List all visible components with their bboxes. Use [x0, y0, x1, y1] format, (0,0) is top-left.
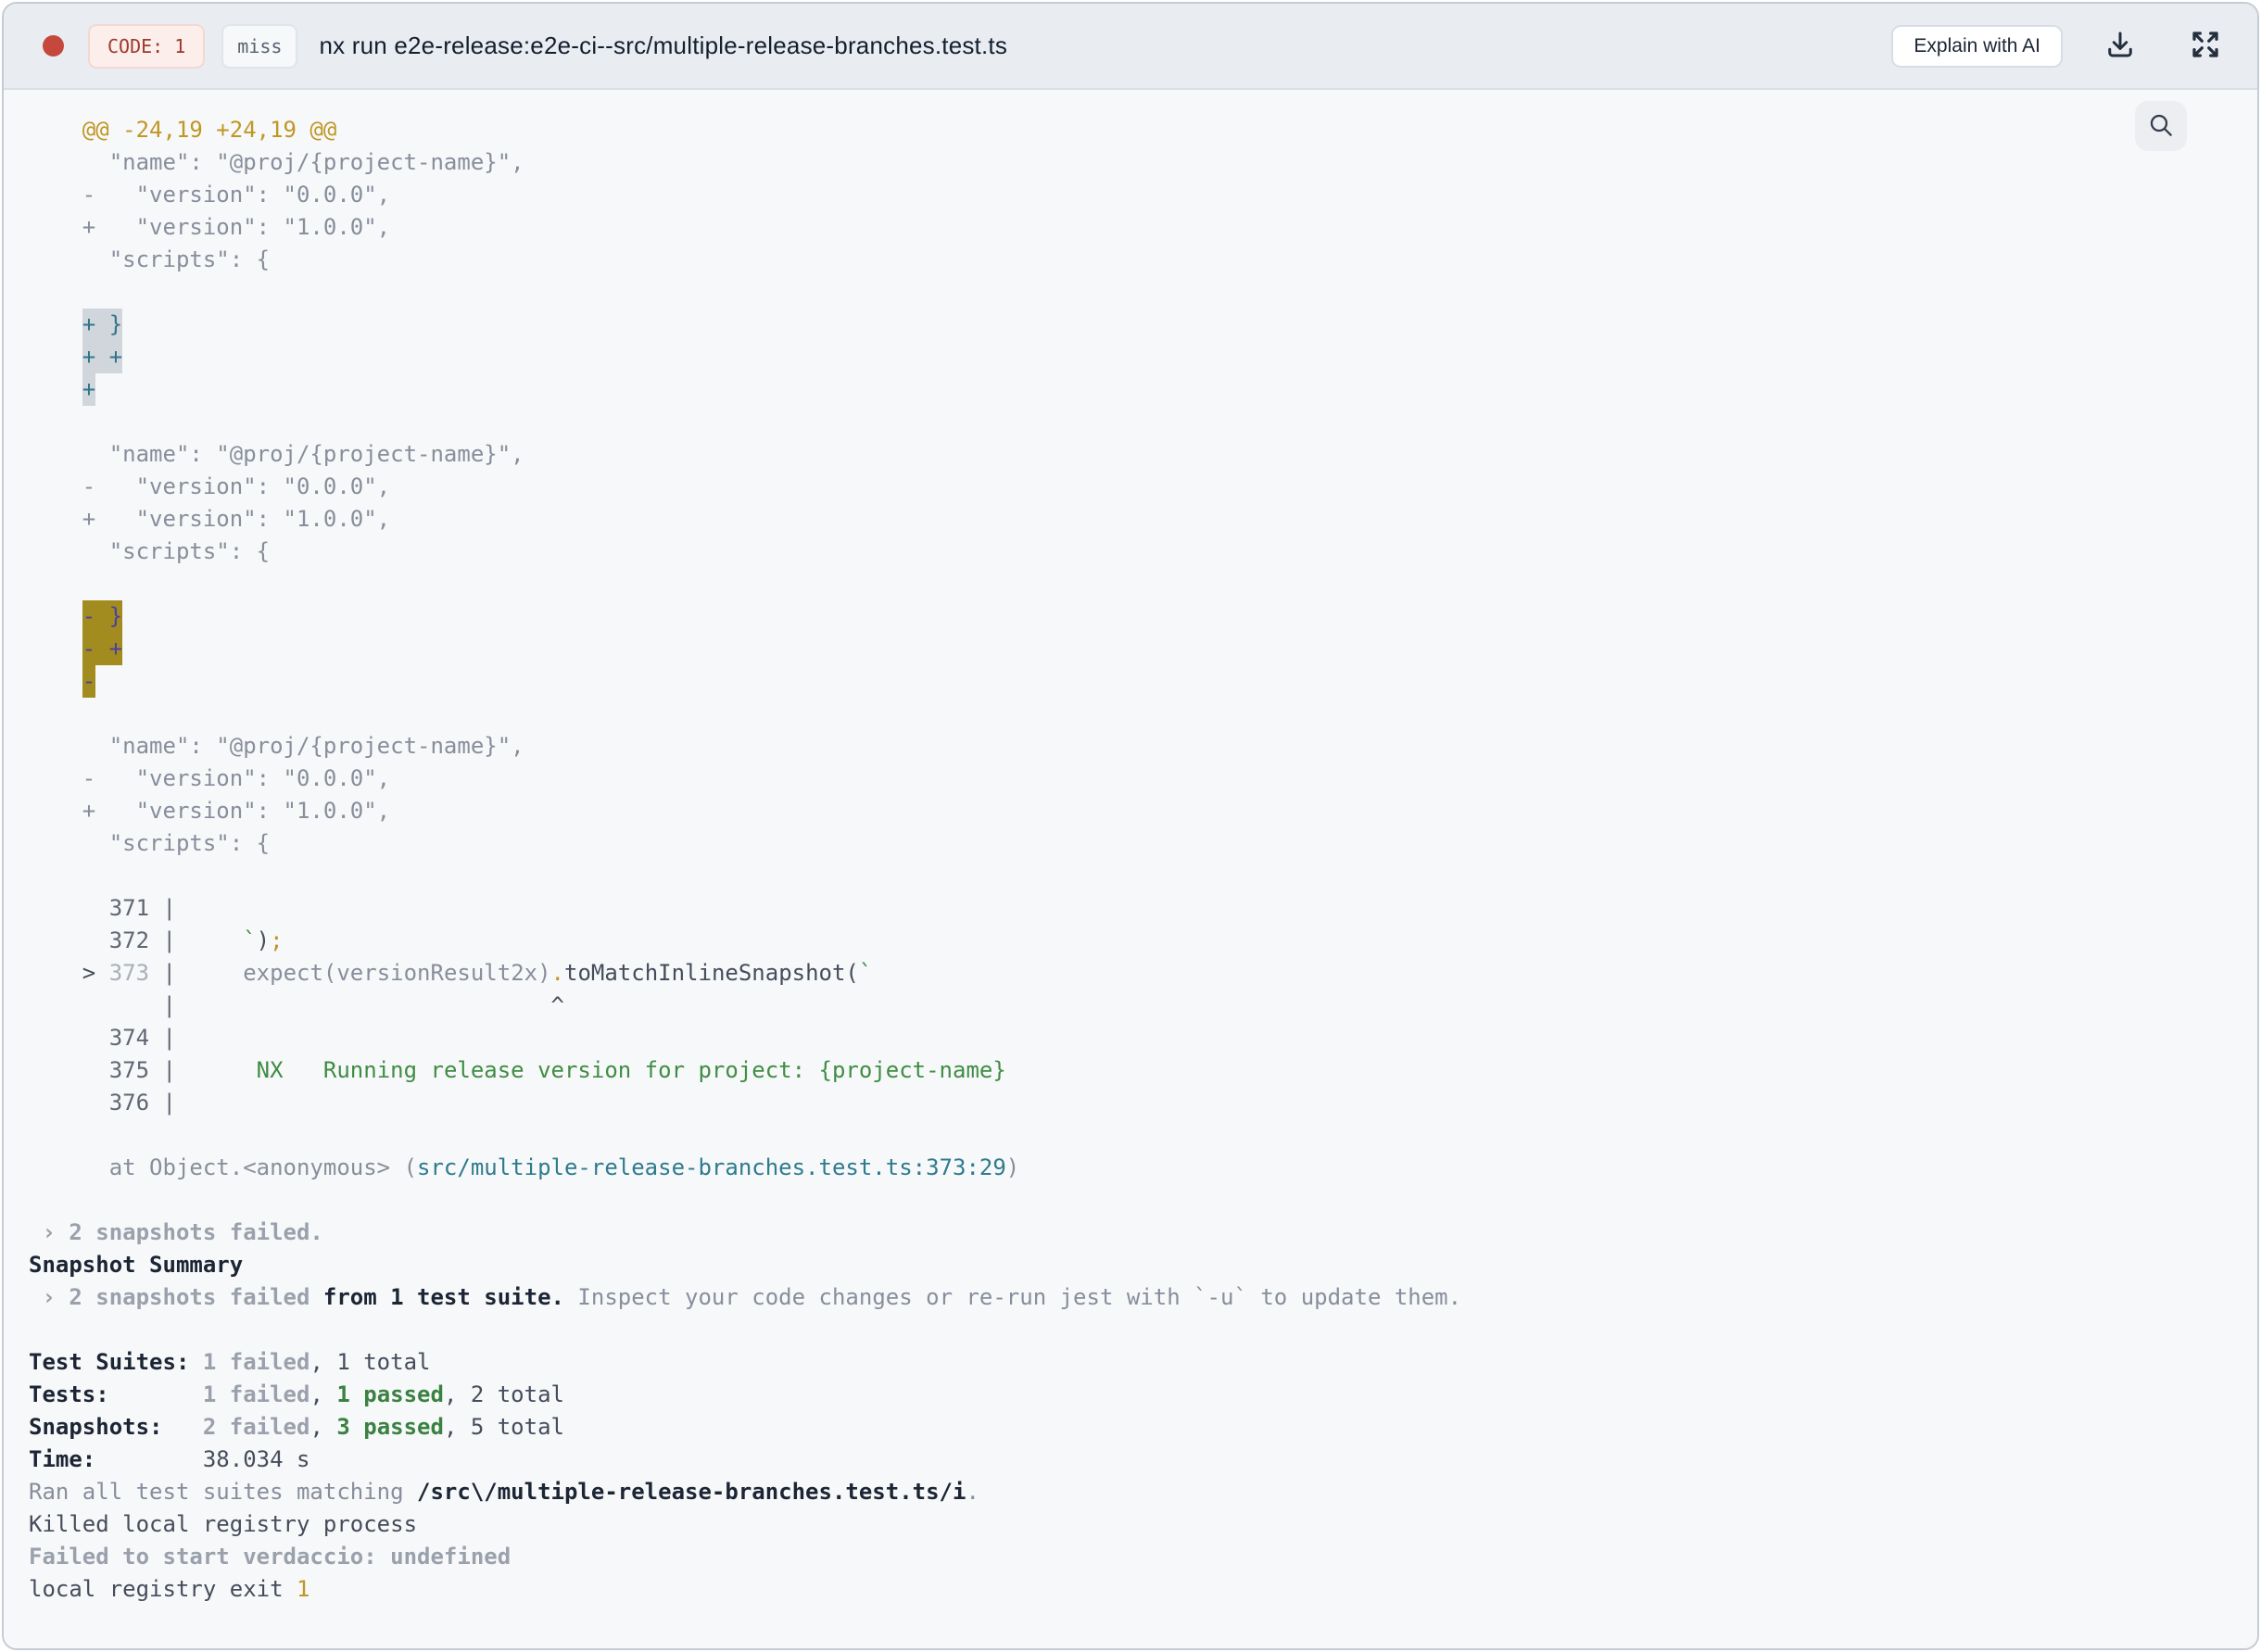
terminal-line: +	[29, 373, 2239, 406]
log-viewer-window: CODE: 1 miss nx run e2e-release:e2e-ci--…	[2, 2, 2259, 1650]
terminal-line: + +	[29, 341, 2239, 373]
terminal-output: @@ -24,19 +24,19 @@ "name": "@proj/{proj…	[4, 90, 2257, 1606]
terminal-line: + "version": "1.0.0",	[29, 506, 391, 532]
terminal-line: Time: 38.034 s	[29, 1446, 310, 1472]
terminal-line: 376 |	[29, 1090, 176, 1116]
header-bar: CODE: 1 miss nx run e2e-release:e2e-ci--…	[4, 4, 2257, 90]
terminal-line: "name": "@proj/{project-name}",	[29, 441, 524, 467]
terminal-line: Snapshots: 2 failed, 3 passed, 5 total	[29, 1414, 564, 1440]
terminal-line: › 2 snapshots failed.	[29, 1219, 323, 1245]
terminal-line: › 2 snapshots failed from 1 test suite. …	[29, 1284, 1462, 1310]
terminal-line: | ^	[29, 992, 564, 1018]
terminal-line: Snapshot Summary	[29, 1252, 244, 1278]
terminal-line: "name": "@proj/{project-name}",	[29, 733, 524, 759]
terminal-line: -	[29, 665, 2239, 698]
terminal-line: Ran all test suites matching /src\/multi…	[29, 1479, 979, 1505]
terminal-line: + "version": "1.0.0",	[29, 214, 391, 240]
terminal-line: + "version": "1.0.0",	[29, 798, 391, 824]
download-icon	[2103, 28, 2137, 64]
terminal-line: - "version": "0.0.0",	[29, 473, 391, 499]
cache-status-badge: miss	[221, 23, 298, 69]
terminal-line: @@ -24,19 +24,19 @@	[29, 117, 337, 143]
terminal-line: "scripts": {	[29, 538, 271, 564]
terminal-line: Killed local registry process	[29, 1511, 418, 1537]
explain-with-ai-button[interactable]: Explain with AI	[1891, 24, 2063, 68]
terminal-line: "name": "@proj/{project-name}",	[29, 149, 524, 175]
exit-code-badge: CODE: 1	[88, 23, 206, 69]
download-log-button[interactable]	[2103, 30, 2137, 63]
terminal-line: > 373 | expect(versionResult2x).toMatchI…	[29, 960, 873, 986]
terminal-line: - "version": "0.0.0",	[29, 765, 391, 791]
expand-fullscreen-button[interactable]	[2189, 30, 2222, 63]
terminal-line: at Object.<anonymous> (src/multiple-rele…	[29, 1154, 1020, 1180]
terminal-line: - }	[29, 600, 2239, 633]
terminal-line: - +	[29, 633, 2239, 665]
expand-icon	[2189, 28, 2222, 64]
terminal-line: 371 |	[29, 895, 176, 921]
terminal-line: local registry exit 1	[29, 1576, 310, 1602]
terminal-line: Failed to start verdaccio: undefined	[29, 1544, 512, 1570]
terminal-line: "scripts": {	[29, 830, 271, 856]
terminal-line: + }	[29, 309, 2239, 341]
terminal-line: 372 | `);	[29, 927, 284, 953]
terminal-line: Tests: 1 failed, 1 passed, 2 total	[29, 1381, 564, 1407]
terminal-line: - "version": "0.0.0",	[29, 182, 391, 208]
terminal-panel: @@ -24,19 +24,19 @@ "name": "@proj/{proj…	[4, 90, 2257, 1648]
terminal-line: Test Suites: 1 failed, 1 total	[29, 1349, 431, 1375]
terminal-line: "scripts": {	[29, 246, 271, 272]
search-icon	[2146, 110, 2176, 143]
task-title: nx run e2e-release:e2e-ci--src/multiple-…	[319, 32, 1008, 59]
search-button[interactable]	[2135, 101, 2187, 151]
status-dot-icon	[43, 35, 64, 57]
terminal-line: 375 | NX Running release version for pro…	[29, 1057, 1006, 1083]
terminal-line: 374 |	[29, 1025, 176, 1051]
